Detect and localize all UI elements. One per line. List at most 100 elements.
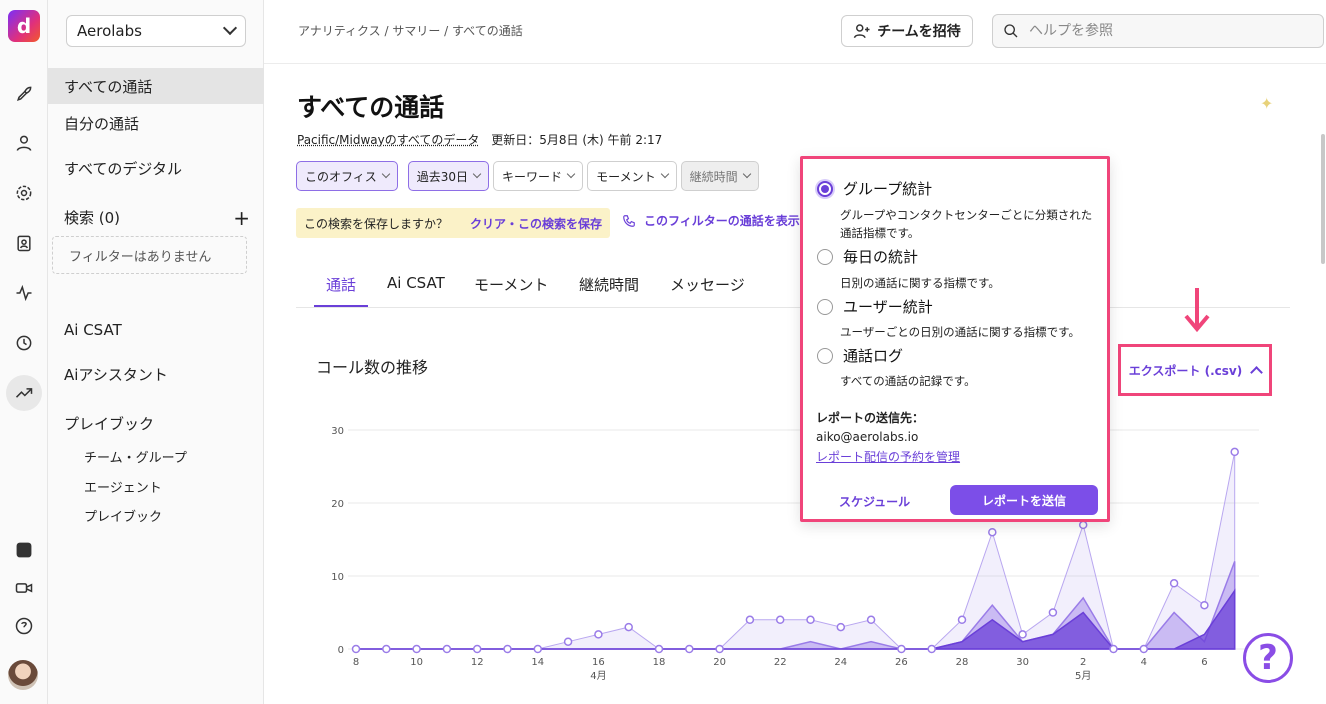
x-tick-label: 22 (774, 657, 787, 668)
filter-office[interactable]: このオフィス (296, 161, 398, 191)
radio-unselected[interactable] (817, 298, 833, 315)
dialpad-logo-icon[interactable]: d (8, 10, 40, 42)
sidebar-item-all-digital[interactable]: すべてのデジタル (48, 150, 264, 186)
chevron-down-icon (566, 169, 576, 179)
data-point (897, 644, 906, 654)
top-bar: アナリティクス / サマリー / すべての通話 チームを招待 (264, 0, 1326, 64)
report-recipient-email: aiko@aerolabs.io (816, 430, 919, 444)
dialpad-app-icon[interactable] (6, 532, 42, 568)
x-tick-label: 16 (592, 657, 605, 668)
settings-gear-icon[interactable] (6, 175, 42, 211)
export-csv-label: エクスポート (.csv) (1128, 363, 1243, 378)
tab-calls[interactable]: 通話 (326, 274, 356, 295)
sidebar-subitem-agent[interactable]: エージェント (84, 477, 162, 496)
filter-keyword[interactable]: キーワード (493, 161, 584, 191)
radio-selected[interactable] (817, 180, 833, 197)
tab-messages[interactable]: メッセージ (670, 274, 745, 295)
export-csv-button[interactable]: エクスポート (.csv) (1118, 344, 1272, 396)
x-month-label: 5月 (1075, 670, 1091, 682)
send-report-button[interactable]: レポートを送信 (950, 485, 1098, 515)
activity-pulse-icon[interactable] (6, 275, 42, 311)
option-description: すべての通話の記録です。 (840, 374, 976, 388)
sidebar-item-playbook[interactable]: プレイブック (48, 405, 264, 441)
x-tick-label: 20 (713, 657, 726, 668)
tab-bar: 通話 Ai CSAT モーメント 継続時間 メッセージ (296, 264, 1290, 308)
data-point (988, 527, 997, 537)
clipboard-user-icon[interactable] (6, 225, 42, 261)
invite-team-button[interactable]: チームを招待 (841, 15, 973, 47)
x-tick-label: 10 (410, 657, 423, 668)
radio-unselected[interactable] (817, 347, 833, 364)
option-description: ユーザーごとの日別の通話に関する指標です。 (840, 325, 1081, 339)
option-description: 日別の通話に関する指標です。 (840, 276, 1000, 290)
chevron-down-icon (472, 169, 482, 179)
sidebar-item-my-calls[interactable]: 自分の通話 (48, 105, 264, 141)
tab-duration[interactable]: 継続時間 (579, 274, 639, 295)
data-point (1139, 644, 1149, 654)
help-search-box[interactable] (992, 14, 1324, 48)
calls-trend-chart: 01020308 10 12 14 16 18 20 22 24 26 28 30 2 4 64月 5月 (331, 426, 1259, 682)
data-point (472, 644, 482, 654)
view-filtered-calls-link[interactable]: このフィルターの通話を表示 (622, 212, 800, 229)
y-tick-label: 30 (331, 426, 344, 437)
data-point (775, 615, 785, 625)
video-camera-icon[interactable] (6, 570, 42, 606)
sidebar-item-all-calls[interactable]: すべての通話 (48, 68, 264, 104)
updated-timestamp: 更新日：5月8日 (木) 午前 2:17 (491, 133, 663, 147)
filter-duration[interactable]: 継続時間 (680, 161, 759, 191)
x-tick-label: 2 (1080, 657, 1086, 668)
pin-icon[interactable]: ✦ (1260, 94, 1273, 113)
data-point (685, 644, 694, 654)
user-avatar[interactable] (8, 660, 38, 690)
phone-icon (623, 214, 635, 227)
data-point (836, 622, 846, 632)
manage-report-schedule-link[interactable]: レポート配信の予約を管理 (816, 448, 960, 465)
org-name: Aerolabs (77, 22, 142, 40)
add-search-icon[interactable]: + (233, 208, 250, 228)
contacts-icon[interactable] (6, 125, 42, 161)
radio-unselected[interactable] (817, 248, 833, 265)
export-option-group-stats[interactable]: グループ統計 (817, 178, 932, 199)
sidebar-subitem-playbook[interactable]: プレイブック (84, 506, 162, 525)
schedule-button[interactable]: スケジュール (839, 493, 910, 510)
org-selector[interactable]: Aerolabs (66, 15, 246, 47)
sidebar-subitem-team-group[interactable]: チーム・グループ (84, 447, 187, 466)
history-icon[interactable] (6, 325, 42, 361)
invite-team-label: チームを招待 (877, 24, 961, 40)
data-scope-link[interactable]: Pacific/Midwayのすべてのデータ (297, 133, 479, 147)
sidebar-item-ai-csat[interactable]: Ai CSAT (48, 312, 264, 348)
filter-date-range[interactable]: 過去30日 (407, 161, 490, 191)
help-search-input[interactable] (1029, 23, 1289, 39)
x-tick-label: 24 (834, 657, 847, 668)
help-fab-button[interactable]: ? (1243, 633, 1293, 683)
tab-moments[interactable]: モーメント (474, 274, 548, 295)
help-circle-icon[interactable] (6, 608, 42, 644)
x-tick-label: 18 (653, 657, 666, 668)
data-point (1109, 644, 1118, 654)
export-option-call-log[interactable]: 通話ログ (817, 345, 903, 366)
scrollbar[interactable] (1321, 134, 1325, 264)
data-point (412, 644, 421, 654)
active-tab-indicator (314, 305, 368, 307)
option-label: グループ統計 (843, 180, 933, 198)
option-label: 通話ログ (843, 347, 904, 365)
sidebar-item-ai-assistant[interactable]: Aiアシスタント (48, 356, 264, 392)
export-option-daily-stats[interactable]: 毎日の統計 (817, 246, 918, 267)
analytics-trend-icon[interactable] (6, 375, 42, 411)
filter-moment[interactable]: モーメント (587, 161, 677, 191)
x-tick-label: 14 (531, 657, 544, 668)
tab-ai-csat[interactable]: Ai CSAT (387, 274, 445, 292)
export-options-popup: グループ統計 グループやコンタクトセンターごとに分類された通話指標です。 毎日の… (800, 156, 1110, 522)
chevron-down-icon (742, 169, 751, 179)
search-icon (1004, 24, 1018, 38)
data-point (503, 644, 512, 654)
data-point (715, 644, 724, 654)
export-option-user-stats[interactable]: ユーザー統計 (817, 296, 933, 317)
data-point (957, 615, 967, 625)
chevron-down-icon (660, 169, 669, 179)
search-label: 検索 (0) (64, 209, 121, 227)
rocket-icon[interactable] (6, 76, 42, 112)
x-tick-label: 6 (1201, 657, 1207, 668)
save-search-link[interactable]: クリア・この検索を保存 (470, 215, 602, 232)
arrow-down-icon (1184, 288, 1210, 333)
